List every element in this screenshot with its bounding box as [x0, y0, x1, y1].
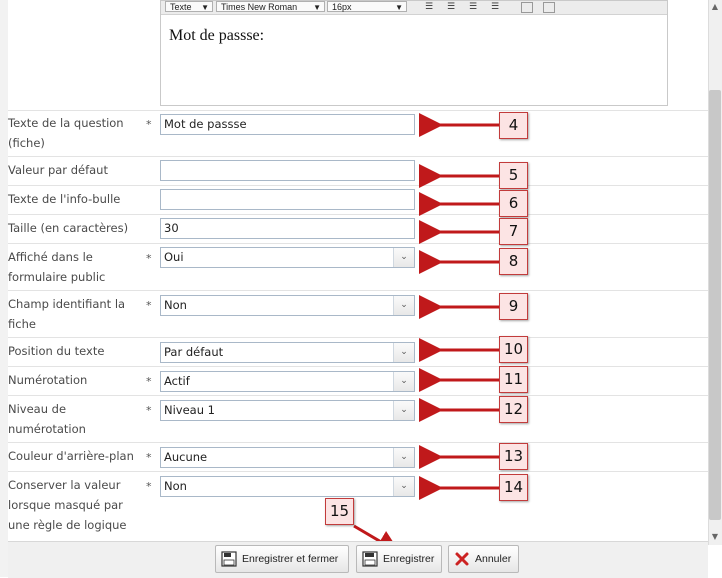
- floppy-disk-icon: [362, 551, 378, 567]
- callout-8: 8: [499, 248, 528, 275]
- annotation-arrows: [353, 113, 499, 554]
- callout-11: 11: [499, 366, 528, 393]
- cancel-button[interactable]: Annuler: [448, 545, 519, 573]
- cancel-x-icon: [455, 552, 469, 566]
- callout-15: 15: [325, 498, 354, 525]
- callout-4: 4: [499, 112, 528, 139]
- callout-9: 9: [499, 293, 528, 320]
- callout-13: 13: [499, 443, 528, 470]
- callout-5: 5: [499, 162, 528, 189]
- callout-14: 14: [499, 474, 528, 501]
- callout-6: 6: [499, 190, 528, 217]
- callout-12: 12: [499, 396, 528, 423]
- save-close-icon: [221, 551, 237, 567]
- save-and-close-label: Enregistrer et fermer: [242, 553, 339, 565]
- callout-7: 7: [499, 218, 528, 245]
- save-and-close-button[interactable]: Enregistrer et fermer: [215, 545, 349, 573]
- save-label: Enregistrer: [383, 553, 435, 565]
- callout-10: 10: [499, 336, 528, 363]
- save-button[interactable]: Enregistrer: [356, 545, 442, 573]
- cancel-label: Annuler: [475, 553, 512, 565]
